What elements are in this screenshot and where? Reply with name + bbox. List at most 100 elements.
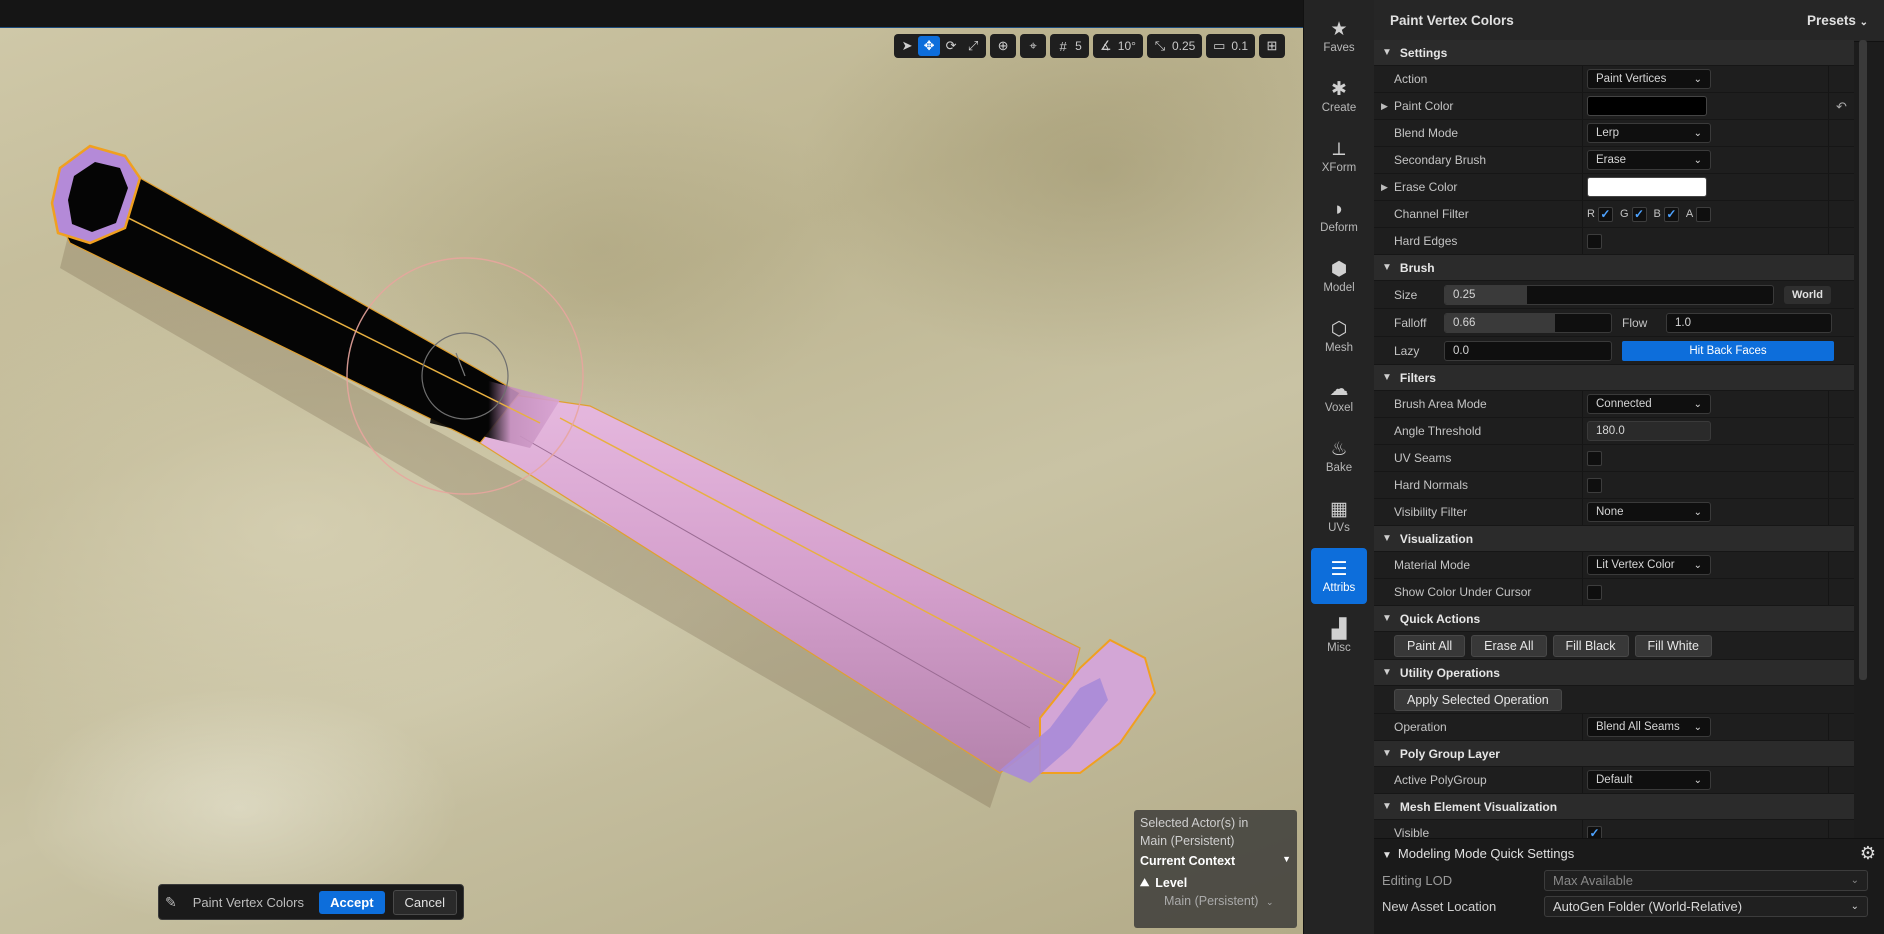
viewport-layout-icon[interactable]: ⊞ xyxy=(1261,36,1283,56)
channel-b-checkbox[interactable]: ✓ xyxy=(1663,206,1679,222)
accept-button[interactable]: Accept xyxy=(319,890,385,914)
fill-black-button[interactable]: Fill Black xyxy=(1552,634,1629,657)
level-viewport[interactable]: ➤ ✥ ⟳ ⤢ ⊕ ⌖ # 5 ∡ 10° ⤡ 0.25 ▭ 0.1 ⊞ ✎ P… xyxy=(0,28,1303,934)
flow-slider[interactable]: 1.0 xyxy=(1666,312,1832,333)
chevron-down-icon: ⌄ xyxy=(1850,874,1859,886)
presets-button[interactable]: Presets ⌄ xyxy=(1807,13,1868,28)
section-poly-group-layer[interactable]: ▼ Poly Group Layer xyxy=(1374,741,1854,767)
falloff-slider[interactable]: 0.66 xyxy=(1444,312,1612,333)
angle-snap-icon[interactable]: ∡ xyxy=(1095,36,1117,56)
chevron-down-icon: ⌄ xyxy=(1693,127,1702,139)
chevron-down-icon: ⌄ xyxy=(1850,900,1859,912)
mode-xform[interactable]: ⟂ XForm xyxy=(1311,128,1367,184)
editing-lod-dropdown[interactable]: Max Available ⌄ xyxy=(1544,869,1868,891)
paint-color-swatch[interactable] xyxy=(1587,96,1707,116)
mode-model[interactable]: ⬢ Model xyxy=(1311,248,1367,304)
mode-bake[interactable]: ♨ Bake xyxy=(1311,428,1367,484)
row-angle-threshold: Angle Threshold 180.0 xyxy=(1374,418,1854,445)
uv-seams-checkbox[interactable] xyxy=(1587,450,1602,466)
row-hard-normals: Hard Normals xyxy=(1374,472,1854,499)
secondary-brush-label: Secondary Brush xyxy=(1394,153,1487,167)
section-settings[interactable]: ▼ Settings xyxy=(1374,40,1854,66)
current-context-header[interactable]: Current Context ▼ xyxy=(1140,854,1291,868)
viewport-toolbar: ➤ ✥ ⟳ ⤢ ⊕ ⌖ # 5 ∡ 10° ⤡ 0.25 ▭ 0.1 ⊞ xyxy=(894,34,1285,58)
secondary-brush-dropdown[interactable]: Erase ⌄ xyxy=(1587,150,1711,170)
visibility-filter-dropdown[interactable]: None ⌄ xyxy=(1587,502,1711,522)
mesh-painted-pink xyxy=(479,392,1081,774)
world-space-button[interactable]: World xyxy=(1784,285,1831,304)
angle-snap-value[interactable]: 10° xyxy=(1117,39,1141,53)
row-show-color: Show Color Under Cursor xyxy=(1374,579,1854,606)
angle-threshold-input[interactable]: 180.0 xyxy=(1587,421,1711,441)
erase-color-swatch[interactable] xyxy=(1587,177,1707,197)
section-quick-actions[interactable]: ▼ Quick Actions xyxy=(1374,606,1854,632)
mode-mesh[interactable]: ⬡ Mesh xyxy=(1311,308,1367,364)
lazy-slider[interactable]: 0.0 xyxy=(1444,340,1612,361)
scale-mode-icon[interactable]: ⤢ xyxy=(962,36,984,56)
action-dropdown[interactable]: Paint Vertices ⌄ xyxy=(1587,69,1711,89)
chevron-down-icon: ⌄ xyxy=(1859,17,1868,28)
chevron-down-icon: ⌄ xyxy=(1693,506,1702,518)
channel-r-checkbox[interactable]: ✓ xyxy=(1597,206,1613,222)
translate-mode-icon[interactable]: ✥ xyxy=(918,36,941,56)
details-list: ▼ Settings Action Paint Vertices ⌄ ▶ Paint … xyxy=(1374,40,1854,838)
size-slider[interactable]: 0.25 xyxy=(1444,284,1774,305)
camera-speed-icon[interactable]: ▭ xyxy=(1208,36,1230,56)
section-visualization[interactable]: ▼ Visualization xyxy=(1374,526,1854,552)
channel-a-checkbox[interactable] xyxy=(1696,206,1712,222)
blend-mode-dropdown[interactable]: Lerp ⌄ xyxy=(1587,123,1711,143)
world-space-icon[interactable]: ⊕ xyxy=(992,36,1014,56)
grid-snap-value[interactable]: 5 xyxy=(1074,39,1087,53)
hit-back-faces-toggle[interactable]: Hit Back Faces xyxy=(1622,340,1834,361)
active-polygroup-label: Active PolyGroup xyxy=(1394,773,1487,787)
grid-snap-icon[interactable]: # xyxy=(1052,36,1074,56)
channel-g-checkbox[interactable]: ✓ xyxy=(1631,206,1647,222)
show-color-checkbox[interactable] xyxy=(1587,584,1602,600)
hard-normals-checkbox[interactable] xyxy=(1587,477,1602,493)
mode-uvs[interactable]: ▦ UVs xyxy=(1311,488,1367,544)
hard-edges-checkbox[interactable] xyxy=(1587,233,1602,249)
fill-white-button[interactable]: Fill White xyxy=(1634,634,1712,657)
erase-all-button[interactable]: Erase All xyxy=(1471,634,1547,657)
expand-arrow-icon[interactable]: ▶ xyxy=(1381,182,1388,193)
xform-icon: ⟂ xyxy=(1332,139,1346,160)
mode-faves[interactable]: ★ Faves xyxy=(1311,8,1367,64)
apply-selected-operation-button[interactable]: Apply Selected Operation xyxy=(1394,688,1562,711)
camera-speed-value[interactable]: 0.1 xyxy=(1230,39,1253,53)
uv-seams-label: UV Seams xyxy=(1394,451,1452,465)
scale-snap-value[interactable]: 0.25 xyxy=(1171,39,1200,53)
mode-attribs[interactable]: ☰ Attribs xyxy=(1311,548,1367,604)
misc-icon: ▟ xyxy=(1331,619,1347,640)
details-scrollbar[interactable] xyxy=(1859,40,1867,680)
section-utility-operations[interactable]: ▼ Utility Operations xyxy=(1374,660,1854,686)
surface-snap-icon[interactable]: ⌖ xyxy=(1022,36,1044,56)
gear-icon[interactable]: ⚙ xyxy=(1860,843,1876,864)
visible-checkbox[interactable]: ✓ xyxy=(1587,825,1602,838)
section-mesh-element-visualization[interactable]: ▼ Mesh Element Visualization xyxy=(1374,794,1854,820)
material-mode-dropdown[interactable]: Lit Vertex Color ⌄ xyxy=(1587,555,1711,575)
new-asset-location-dropdown[interactable]: AutoGen Folder (World-Relative) ⌄ xyxy=(1544,895,1868,917)
reset-to-default-icon[interactable]: ↶ xyxy=(1828,93,1854,119)
select-mode-icon[interactable]: ➤ xyxy=(896,36,918,56)
paint-all-button[interactable]: Paint All xyxy=(1394,634,1466,657)
rotate-mode-icon[interactable]: ⟳ xyxy=(940,36,962,56)
section-brush[interactable]: ▼ Brush xyxy=(1374,255,1854,281)
star-icon: ★ xyxy=(1330,19,1348,40)
new-asset-location-label: New Asset Location xyxy=(1382,898,1497,914)
level-selector[interactable]: Main (Persistent) ⌄ xyxy=(1164,894,1291,908)
active-polygroup-dropdown[interactable]: Default ⌄ xyxy=(1587,770,1711,790)
mode-create[interactable]: ✱ Create xyxy=(1311,68,1367,124)
operation-dropdown[interactable]: Blend All Seams ⌄ xyxy=(1587,717,1711,737)
modeling-mode-palette: ★ Faves ✱ Create ⟂ XForm ◗ Deform ⬢ Model ⬡ Me… xyxy=(1303,0,1374,934)
scale-snap-icon[interactable]: ⤡ xyxy=(1149,36,1171,56)
cancel-button[interactable]: Cancel xyxy=(392,889,457,915)
create-icon: ✱ xyxy=(1331,79,1347,100)
mode-misc[interactable]: ▟ Misc xyxy=(1311,608,1367,664)
mode-voxel[interactable]: ☁ Voxel xyxy=(1311,368,1367,424)
mode-deform[interactable]: ◗ Deform xyxy=(1311,188,1367,244)
channel-b: B ✓ xyxy=(1654,206,1679,222)
section-filters[interactable]: ▼ Filters xyxy=(1374,365,1854,391)
expand-arrow-icon[interactable]: ▶ xyxy=(1381,101,1388,112)
brush-area-dropdown[interactable]: Connected ⌄ xyxy=(1587,394,1711,414)
quick-settings-header[interactable]: ▼ Modeling Mode Quick Settings ⚙ xyxy=(1374,839,1884,867)
